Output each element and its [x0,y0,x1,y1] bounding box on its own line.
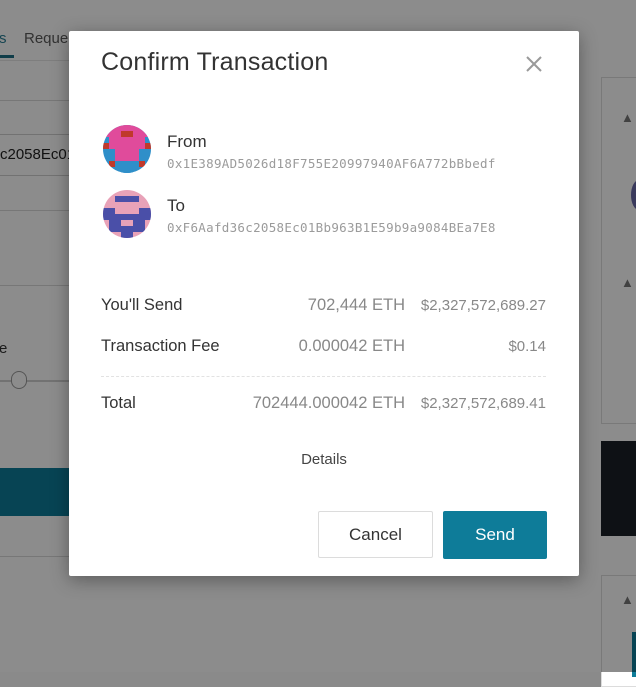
send-amount-row: You'll Send 702,444 ETH $2,327,572,689.2… [101,296,546,320]
transaction-fee-label: Transaction Fee [101,337,220,355]
total-eth: 702444.000042 ETH [252,394,405,412]
transaction-fee-usd: $0.14 [508,338,546,355]
from-label: From [167,132,207,151]
transaction-fee-row: Transaction Fee 0.000042 ETH $0.14 [101,337,546,361]
from-address: 0x1E389AD5026d18F755E20997940AF6A772bBbe… [167,156,496,171]
to-identicon-avatar [103,190,151,238]
to-label: To [167,196,185,215]
confirm-transaction-dialog: Confirm Transaction From 0x1E389AD5026d1… [69,31,579,576]
send-amount-label: You'll Send [101,296,183,314]
transaction-fee-eth: 0.000042 ETH [298,337,405,355]
total-row: Total 702444.000042 ETH $2,327,572,689.4… [101,394,546,418]
total-label: Total [101,394,136,412]
send-button[interactable]: Send [443,511,547,559]
send-amount-usd: $2,327,572,689.27 [420,297,546,314]
close-button[interactable] [521,51,547,77]
close-icon [526,56,542,72]
from-identicon-avatar [103,125,151,173]
send-amount-eth: 702,444 ETH [307,296,405,314]
dialog-title: Confirm Transaction [101,48,329,76]
cancel-button[interactable]: Cancel [318,511,433,558]
details-link[interactable]: Details [69,451,579,468]
total-usd: $2,327,572,689.41 [420,395,546,412]
total-divider [101,376,546,377]
to-address: 0xF6Aafd36c2058Ec01Bb963B1E59b9a9084BEa7… [167,220,496,235]
